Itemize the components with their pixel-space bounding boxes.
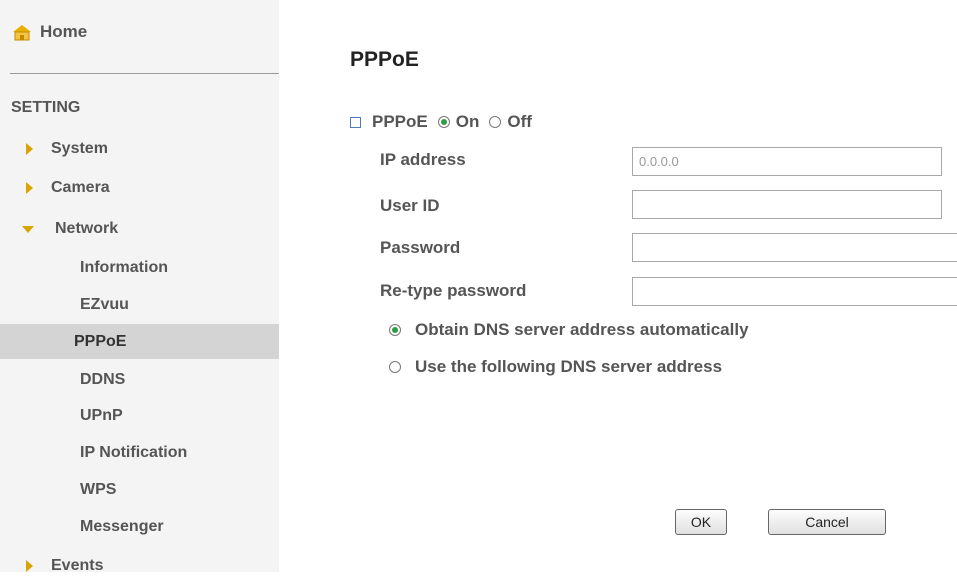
pppoe-on-radio[interactable] (437, 116, 450, 128)
ip-address-field[interactable] (632, 147, 942, 176)
pppoe-toggle-row: PPPoE On Off (350, 112, 532, 132)
sidebar-item-wps[interactable]: WPS (0, 474, 279, 506)
sidebar-item-ezvuu[interactable]: EZvuu (0, 289, 279, 321)
pppoe-off-label: Off (507, 112, 532, 131)
dns-auto-option[interactable]: Obtain DNS server address automatically (389, 320, 749, 340)
menu-item-label: Events (51, 557, 104, 574)
arrow-right-icon (26, 560, 33, 572)
dns-auto-label: Obtain DNS server address automatically (415, 320, 749, 339)
home-icon (13, 24, 31, 40)
menu-item-camera[interactable]: Camera (0, 172, 279, 204)
sidebar: Home SETTING System Camera Network Infor… (0, 0, 279, 574)
page-title: PPPoE (350, 48, 419, 71)
menu-item-label: Camera (51, 179, 110, 196)
menu-item-label: System (51, 140, 108, 157)
section-title: SETTING (11, 99, 81, 116)
sidebar-item-pppoe[interactable]: PPPoE (0, 324, 279, 359)
menu-item-label: Network (55, 220, 119, 237)
home-label: Home (40, 22, 88, 41)
sidebar-item-upnp[interactable]: UPnP (0, 400, 279, 432)
dns-manual-radio[interactable] (389, 361, 401, 373)
arrow-down-icon (22, 225, 34, 233)
password-label: Password (380, 238, 461, 257)
ip-address-label: IP address (380, 150, 466, 169)
sidebar-item-ip-notification[interactable]: IP Notification (0, 437, 279, 469)
pppoe-on-label: On (455, 112, 480, 131)
password-field[interactable] (632, 233, 957, 262)
user-id-label: User ID (380, 196, 440, 215)
menu-item-events[interactable]: Events (0, 550, 279, 582)
sidebar-item-information[interactable]: Information (0, 252, 279, 284)
dns-auto-radio[interactable] (389, 324, 401, 336)
home-link[interactable]: Home (12, 22, 87, 42)
pppoe-off-radio[interactable] (489, 116, 502, 128)
dns-manual-option[interactable]: Use the following DNS server address (389, 357, 722, 377)
menu-item-network[interactable]: Network (0, 213, 279, 245)
sidebar-item-ddns[interactable]: DDNS (0, 364, 279, 396)
divider (10, 73, 279, 74)
square-bullet-icon (350, 116, 361, 128)
cancel-button[interactable]: Cancel (768, 509, 886, 535)
pppoe-label: PPPoE (372, 112, 428, 131)
arrow-right-icon (26, 143, 33, 155)
menu-item-system[interactable]: System (0, 133, 279, 165)
retype-password-field[interactable] (632, 277, 957, 306)
retype-password-label: Re-type password (380, 281, 527, 300)
dns-manual-label: Use the following DNS server address (415, 357, 723, 376)
main-content: PPPoE PPPoE On Off IP address User ID Pa… (279, 0, 957, 572)
ok-button[interactable]: OK (675, 509, 727, 535)
sidebar-item-messenger[interactable]: Messenger (0, 511, 279, 543)
user-id-field[interactable] (632, 190, 942, 219)
arrow-right-icon (26, 182, 33, 194)
